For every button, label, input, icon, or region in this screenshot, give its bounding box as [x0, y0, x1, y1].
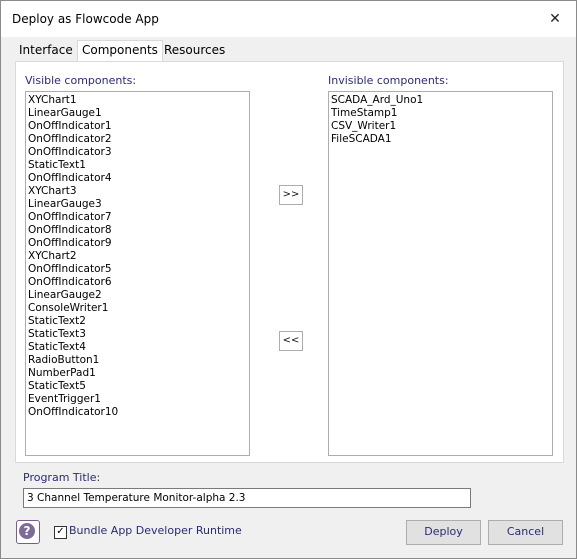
visible-item[interactable]: OnOffIndicator7 [28, 211, 249, 224]
visible-item[interactable]: OnOffIndicator5 [28, 263, 249, 276]
visible-item[interactable]: LinearGauge3 [28, 198, 249, 211]
visible-item[interactable]: LinearGauge1 [28, 107, 249, 120]
visible-item[interactable]: StaticText2 [28, 315, 249, 328]
visible-item[interactable]: StaticText3 [28, 328, 249, 341]
tab-resources[interactable]: Resources [160, 41, 229, 60]
visible-item[interactable]: OnOffIndicator9 [28, 237, 249, 250]
cancel-button[interactable]: Cancel [488, 520, 563, 545]
visible-item[interactable]: NumberPad1 [28, 367, 249, 380]
close-icon[interactable]: ✕ [541, 7, 569, 31]
program-title-label: Program Title: [23, 471, 101, 484]
visible-item[interactable]: ConsoleWriter1 [28, 302, 249, 315]
visible-components-list[interactable]: XYChart1 LinearGauge1 OnOffIndicator1 OnOff… [25, 91, 250, 456]
visible-item[interactable]: LinearGauge2 [28, 289, 249, 302]
visible-item[interactable]: OnOffIndicator10 [28, 406, 249, 419]
visible-item[interactable]: OnOffIndicator4 [28, 172, 249, 185]
invisible-item[interactable]: CSV_Writer1 [331, 120, 552, 133]
visible-components-label: Visible components: [25, 74, 137, 87]
visible-item[interactable]: XYChart2 [28, 250, 249, 263]
bundle-runtime-checkbox[interactable]: ✓ [54, 526, 67, 539]
visible-item[interactable]: OnOffIndicator3 [28, 146, 249, 159]
invisible-components-label: Invisible components: [328, 74, 449, 87]
visible-item[interactable]: XYChart1 [28, 94, 249, 107]
visible-item[interactable]: OnOffIndicator2 [28, 133, 249, 146]
title-bar: Deploy as Flowcode App ✕ [1, 1, 576, 37]
visible-item[interactable]: StaticText1 [28, 159, 249, 172]
visible-item[interactable]: XYChart3 [28, 185, 249, 198]
visible-item[interactable]: OnOffIndicator6 [28, 276, 249, 289]
visible-item[interactable]: RadioButton1 [28, 354, 249, 367]
program-title-input[interactable] [23, 488, 471, 508]
invisible-item[interactable]: TimeStamp1 [331, 107, 552, 120]
deploy-dialog: Deploy as Flowcode App ✕ Interface Compo… [0, 0, 577, 559]
move-to-invisible-button[interactable]: >> [279, 185, 303, 205]
invisible-components-items: SCADA_Ard_Uno1 TimeStamp1 CSV_Writer1 FileS… [329, 92, 552, 146]
visible-components-items: XYChart1 LinearGauge1 OnOffIndicator1 OnOff… [26, 92, 249, 419]
dialog-title: Deploy as Flowcode App [12, 12, 159, 26]
visible-item[interactable]: StaticText5 [28, 380, 249, 393]
visible-item[interactable]: EventTrigger1 [28, 393, 249, 406]
deploy-button[interactable]: Deploy [406, 520, 481, 545]
tab-components[interactable]: Components [77, 40, 163, 61]
tab-interface[interactable]: Interface [15, 41, 77, 60]
components-tab-panel: Visible components: XYChart1 LinearGauge1… [15, 61, 564, 463]
visible-item[interactable]: OnOffIndicator1 [28, 120, 249, 133]
help-icon: ? [19, 523, 35, 539]
move-to-visible-button[interactable]: << [279, 331, 303, 351]
invisible-components-list[interactable]: SCADA_Ard_Uno1 TimeStamp1 CSV_Writer1 FileS… [328, 91, 553, 456]
bundle-runtime-label[interactable]: Bundle App Developer Runtime [69, 524, 242, 537]
invisible-item[interactable]: FileSCADA1 [331, 133, 552, 146]
visible-item[interactable]: OnOffIndicator8 [28, 224, 249, 237]
visible-item[interactable]: StaticText4 [28, 341, 249, 354]
help-button[interactable]: ? [16, 520, 40, 544]
invisible-item[interactable]: SCADA_Ard_Uno1 [331, 94, 552, 107]
